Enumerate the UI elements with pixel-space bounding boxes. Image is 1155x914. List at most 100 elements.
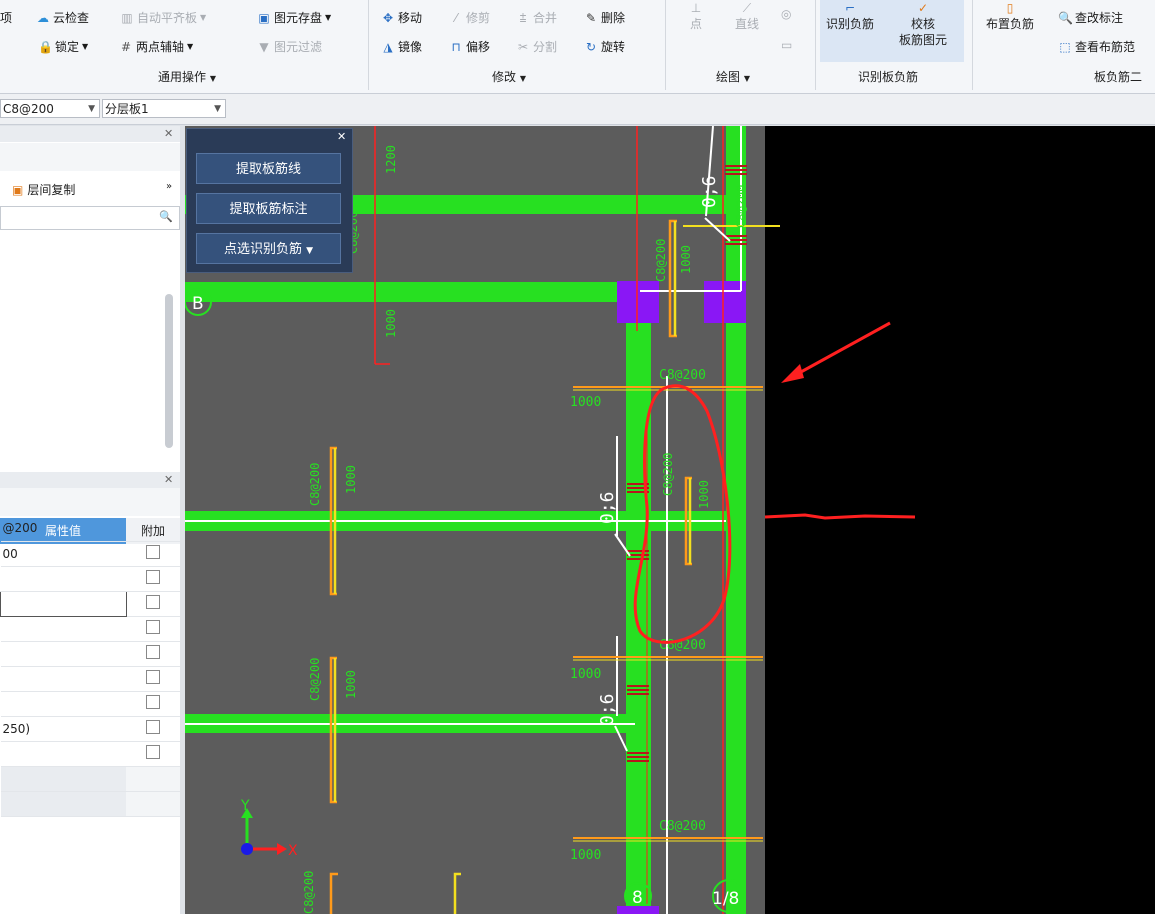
rectangle-tool-icon[interactable]: ▭ (781, 37, 792, 53)
extra-checkbox[interactable] (146, 545, 161, 559)
rebar-bracket[interactable] (329, 446, 337, 596)
column[interactable] (617, 906, 659, 914)
edit-annotation-button[interactable]: 🔍 查改标注 (1058, 9, 1123, 26)
property-row[interactable]: 00 (0, 541, 180, 567)
property-value[interactable] (0, 641, 127, 667)
property-value[interactable]: 250) (0, 716, 127, 742)
delete-label: 删除 (601, 11, 626, 25)
axis-8-label: 8 (632, 888, 643, 908)
rebar-bracket[interactable] (329, 656, 337, 804)
property-row[interactable] (0, 641, 180, 667)
align-icon: ▥ (121, 10, 133, 25)
property-value[interactable] (0, 566, 127, 592)
extract-rebar-labels-button[interactable]: 提取板筋标注 (196, 193, 341, 224)
column[interactable] (617, 281, 659, 323)
lock-button[interactable]: 🔒 锁定 ▼ (38, 38, 88, 55)
split-button[interactable]: ✂ 分割 (516, 38, 557, 55)
line-button[interactable]: ⟋ 直线 (735, 0, 759, 32)
property-extra-cell (126, 766, 180, 792)
extra-checkbox[interactable] (146, 570, 161, 584)
properties-table: @200 00 250) (0, 516, 180, 817)
view-rebar-range-button[interactable]: ⬚ 查看布筋范 (1058, 38, 1135, 55)
group-modify[interactable]: 修改 ▼ (492, 68, 526, 85)
ribbon-left-cut[interactable]: 项 (0, 9, 12, 26)
group-slab-neg[interactable]: 板负筋二 (1094, 68, 1142, 85)
cloud-check-button[interactable]: ☁ 云检查 (36, 9, 89, 26)
property-row[interactable] (0, 590, 180, 617)
chevron-down-icon: ▼ (200, 13, 207, 22)
trim-button[interactable]: ⁄ 修剪 (449, 9, 490, 26)
property-row[interactable] (0, 616, 180, 642)
extra-checkbox[interactable] (146, 645, 161, 659)
offset-button[interactable]: ⊓ 偏移 (449, 38, 490, 55)
group-slab-neg-label: 板负筋二 (1094, 70, 1143, 84)
property-row[interactable] (0, 791, 180, 817)
panel-titlebar: ✕ (0, 126, 180, 142)
two-point-axis-button[interactable]: # 两点辅轴 ▼ (119, 38, 193, 55)
property-row[interactable] (0, 691, 180, 717)
rebar-bracket[interactable] (684, 476, 692, 566)
extract-rebar-lines-button[interactable]: 提取板筋线 (196, 153, 341, 184)
merge-button[interactable]: ⩲ 合并 (516, 9, 557, 26)
property-row[interactable] (0, 666, 180, 692)
group-identify[interactable]: 识别板负筋 (858, 68, 918, 85)
identify-neg-rebar-button[interactable]: ⌐ 识别负筋 (826, 0, 874, 32)
label-1000-vertical: 1000 (697, 480, 711, 509)
property-row[interactable]: @200 (0, 516, 180, 542)
save-element-button[interactable]: ▣ 图元存盘 ▼ (257, 9, 331, 26)
extra-checkbox[interactable] (146, 695, 161, 709)
property-row[interactable] (0, 766, 180, 792)
delete-button[interactable]: ✎ 删除 (584, 9, 625, 26)
close-icon[interactable]: ✕ (337, 130, 346, 143)
circle-tool-icon[interactable]: ◎ (781, 6, 791, 22)
check-label: 校核 (911, 17, 936, 31)
extra-checkbox[interactable] (146, 595, 161, 609)
property-value[interactable] (0, 691, 127, 717)
property-value[interactable] (0, 666, 127, 692)
group-draw[interactable]: 绘图 ▼ (716, 68, 750, 85)
divider (368, 0, 369, 90)
empty-area[interactable] (765, 126, 1155, 914)
properties-titlebar: ✕ (0, 472, 180, 488)
rotate-button[interactable]: ↻ 旋转 (584, 38, 625, 55)
property-value[interactable]: 00 (0, 541, 127, 567)
extra-checkbox[interactable] (146, 720, 161, 734)
property-row[interactable] (0, 741, 180, 767)
property-value[interactable] (0, 616, 127, 642)
close-icon[interactable]: ✕ (164, 127, 173, 140)
close-icon[interactable]: ✕ (164, 473, 173, 486)
column[interactable] (704, 281, 746, 323)
property-extra-cell (126, 716, 180, 742)
beam-horizontal-b[interactable] (185, 282, 621, 302)
property-value[interactable] (0, 590, 127, 617)
check-rebar-button[interactable]: ✓ 校核 板筋图元 (899, 0, 947, 48)
property-value[interactable] (0, 791, 127, 817)
property-row[interactable]: 250) (0, 716, 180, 742)
axis-x-label: X (288, 843, 298, 859)
place-neg-rebar-button[interactable]: ▯ 布置负筋 (986, 0, 1034, 32)
property-extra-cell (126, 541, 180, 567)
property-value[interactable]: @200 (0, 516, 127, 542)
property-extra-cell (126, 791, 180, 817)
rebar-spec-combo[interactable]: C8@200 ▼ (0, 99, 100, 118)
extra-checkbox[interactable] (146, 745, 161, 759)
auto-align-button[interactable]: ▥ 自动平齐板 ▼ (120, 9, 206, 26)
extra-checkbox[interactable] (146, 620, 161, 634)
pick-identify-rebar-button[interactable]: 点选识别负筋 ▼ (196, 233, 341, 264)
more-icon[interactable]: » (166, 181, 172, 192)
point-button[interactable]: ⊥ 点 (690, 0, 702, 32)
divider (972, 0, 973, 90)
mirror-button[interactable]: ◮ 镜像 (381, 38, 422, 55)
search-input[interactable]: 🔍 (0, 206, 180, 230)
copy-between-floors-button[interactable]: ▣ 层间复制 (12, 181, 75, 198)
element-filter-button[interactable]: ▼ 图元过滤 (257, 38, 322, 55)
scrollbar-thumb[interactable] (165, 294, 173, 448)
property-value[interactable] (0, 766, 127, 792)
property-row[interactable] (0, 566, 180, 592)
move-button[interactable]: ✥ 移动 (381, 9, 422, 26)
property-value[interactable] (0, 741, 127, 767)
group-common[interactable]: 通用操作 ▼ (158, 68, 216, 85)
layer-combo[interactable]: 分层板1 ▼ (102, 99, 226, 118)
pick-identify-label: 点选识别负筋 (223, 242, 302, 257)
extra-checkbox[interactable] (146, 670, 161, 684)
